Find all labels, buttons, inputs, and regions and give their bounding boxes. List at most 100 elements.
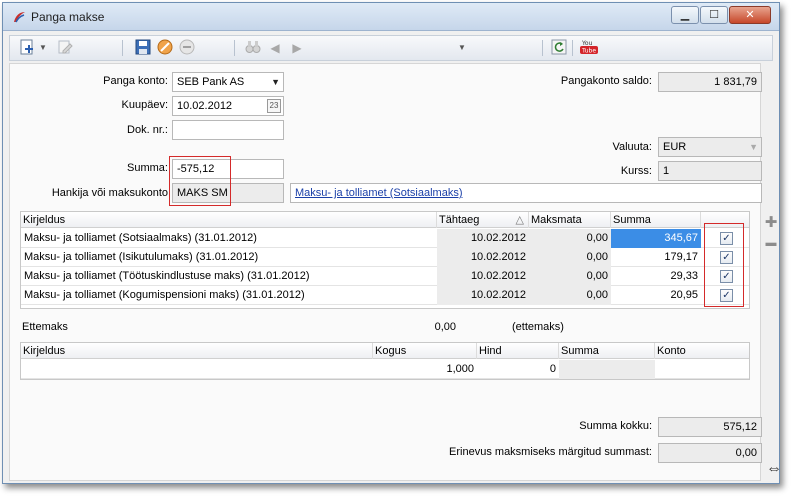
next-icon[interactable]: ▶ (290, 39, 304, 57)
supplier-link-field[interactable]: Maksu- ja tolliamet (Sotsiaalmaks) (290, 183, 762, 203)
item-quantity[interactable]: 1,000 (373, 360, 477, 379)
col-account[interactable]: Konto (655, 343, 751, 359)
prev-icon[interactable]: ◀ (268, 39, 282, 57)
balance-field: 1 831,79 (658, 72, 762, 92)
col-unpaid[interactable]: Maksmata (529, 212, 611, 228)
doc-nr-label: Dok. nr.: (127, 124, 168, 136)
row-sum[interactable]: 179,17 (611, 248, 701, 267)
table-row[interactable]: Maksu- ja tolliamet (Sotsiaalmaks) (31.0… (21, 229, 749, 248)
invoice-grid: Kirjeldus Tähtaeg △ Maksmata Summa Maksu… (20, 211, 750, 309)
row-unpaid: 0,00 (529, 229, 611, 248)
col-item-sum[interactable]: Summa (559, 343, 655, 359)
add-row-icon[interactable]: ✚ (763, 213, 779, 231)
remove-row-icon[interactable]: ▬ (763, 237, 779, 249)
prepayment-value[interactable]: 0,00 (390, 321, 456, 333)
balance-label: Pangakonto saldo: (560, 75, 652, 87)
row-sum[interactable]: 29,33 (611, 267, 701, 286)
items-grid: Kirjeldus Kogus Hind Summa Konto 1,000 0 (20, 342, 750, 380)
col-sum[interactable]: Summa (611, 212, 701, 228)
rate-field: 1 (658, 161, 762, 181)
row-description: Maksu- ja tolliamet (Töötuskindlustuse m… (24, 270, 310, 282)
toolbar-separator (122, 40, 123, 56)
col-description[interactable]: Kirjeldus (21, 212, 437, 228)
toolbar-separator (572, 40, 573, 56)
edit-icon[interactable] (56, 39, 74, 57)
table-row[interactable]: 1,000 0 (21, 360, 749, 379)
filter-dropdown-icon[interactable]: ▼ (456, 39, 468, 57)
currency-select[interactable]: EUR ▼ (658, 137, 762, 157)
supplier-link[interactable]: Maksu- ja tolliamet (Sotsiaalmaks) (295, 187, 463, 199)
youtube-icon[interactable]: You Tube (578, 39, 600, 57)
sum-label: Summa: (127, 162, 168, 174)
row-sum[interactable]: 345,67 (611, 229, 701, 248)
resize-cursor-icon: ⇔ (766, 460, 782, 477)
currency-label: Valuuta: (612, 141, 652, 153)
doc-nr-input[interactable] (172, 120, 284, 140)
col-due-date-label: Tähtaeg (439, 214, 480, 226)
checkbox-column-highlight (704, 223, 744, 307)
toolbar-separator (542, 40, 543, 56)
remove-icon[interactable] (178, 39, 196, 57)
refresh-icon[interactable] (550, 39, 568, 57)
cancel-icon[interactable] (156, 39, 174, 57)
supplier-label: Hankija või maksukonto (51, 187, 168, 199)
col-price[interactable]: Hind (477, 343, 559, 359)
total-label: Summa kokku: (579, 420, 652, 432)
toolbar-separator (234, 40, 235, 56)
row-due-date: 10.02.2012 (437, 248, 529, 267)
maximize-button[interactable]: ☐ (700, 6, 728, 24)
date-field[interactable]: 10.02.2012 23 (172, 96, 284, 116)
row-description: Maksu- ja tolliamet (Sotsiaalmaks) (31.0… (24, 232, 257, 244)
rate-label: Kurss: (620, 165, 652, 177)
table-row[interactable]: Maksu- ja tolliamet (Töötuskindlustuse m… (21, 267, 749, 286)
payment-window: Panga makse ▁ ☐ ✕ ▼ ◀ ▶ ▼ You Tube Panga… (2, 2, 780, 484)
chevron-down-icon: ▼ (271, 77, 280, 87)
sort-ascending-icon: △ (515, 214, 524, 226)
item-account[interactable] (655, 360, 751, 379)
table-row[interactable]: Maksu- ja tolliamet (Kogumispensioni mak… (21, 286, 749, 305)
sum-supplier-highlight (169, 156, 231, 206)
date-label: Kuupäev: (121, 99, 168, 111)
total-field: 575,12 (658, 417, 762, 437)
minimize-button[interactable]: ▁ (671, 6, 699, 24)
row-unpaid: 0,00 (529, 267, 611, 286)
toolbar: ▼ ◀ ▶ ▼ You Tube (9, 35, 773, 61)
col-item-description[interactable]: Kirjeldus (21, 343, 373, 359)
date-value: 10.02.2012 (177, 100, 233, 112)
item-description[interactable] (21, 360, 373, 379)
row-description: Maksu- ja tolliamet (Kogumispensioni mak… (24, 289, 305, 301)
chevron-down-icon: ▼ (749, 142, 758, 152)
bank-account-value: SEB Pank AS (177, 76, 245, 88)
form-content: Panga konto: SEB Pank AS ▼ Kuupäev: 10.0… (9, 63, 762, 481)
invoice-grid-header: Kirjeldus Tähtaeg △ Maksmata Summa (21, 212, 749, 228)
prepayment-label: Ettemaks (22, 321, 68, 333)
grid-side-tools: ✚ ▬ (763, 213, 779, 249)
table-row[interactable]: Maksu- ja tolliamet (Isikutulumaks) (31.… (21, 248, 749, 267)
add-dropdown-icon[interactable]: ▼ (38, 39, 48, 57)
svg-text:You: You (581, 40, 593, 47)
calendar-icon[interactable]: 23 (267, 99, 281, 113)
item-price[interactable]: 0 (477, 360, 559, 379)
row-due-date: 10.02.2012 (437, 286, 529, 305)
row-description: Maksu- ja tolliamet (Isikutulumaks) (31.… (24, 251, 259, 263)
row-due-date: 10.02.2012 (437, 267, 529, 286)
bank-account-label: Panga konto: (103, 75, 168, 87)
col-quantity[interactable]: Kogus (373, 343, 477, 359)
bank-account-select[interactable]: SEB Pank AS ▼ (172, 72, 284, 92)
row-due-date: 10.02.2012 (437, 229, 529, 248)
difference-label: Erinevus maksmiseks märgitud summast: (449, 446, 652, 458)
binoculars-icon[interactable] (244, 39, 262, 57)
row-unpaid: 0,00 (529, 286, 611, 305)
difference-field: 0,00 (658, 443, 762, 463)
close-button[interactable]: ✕ (729, 6, 771, 24)
title-bar: Panga makse ▁ ☐ ✕ (3, 3, 779, 31)
svg-text:Tube: Tube (581, 48, 596, 55)
currency-value: EUR (663, 141, 687, 153)
add-icon[interactable] (18, 39, 36, 57)
save-icon[interactable] (134, 39, 152, 57)
item-sum (559, 360, 655, 379)
window-title: Panga makse (31, 10, 105, 24)
row-sum[interactable]: 20,95 (611, 286, 701, 305)
col-due-date[interactable]: Tähtaeg △ (437, 212, 529, 228)
row-unpaid: 0,00 (529, 248, 611, 267)
